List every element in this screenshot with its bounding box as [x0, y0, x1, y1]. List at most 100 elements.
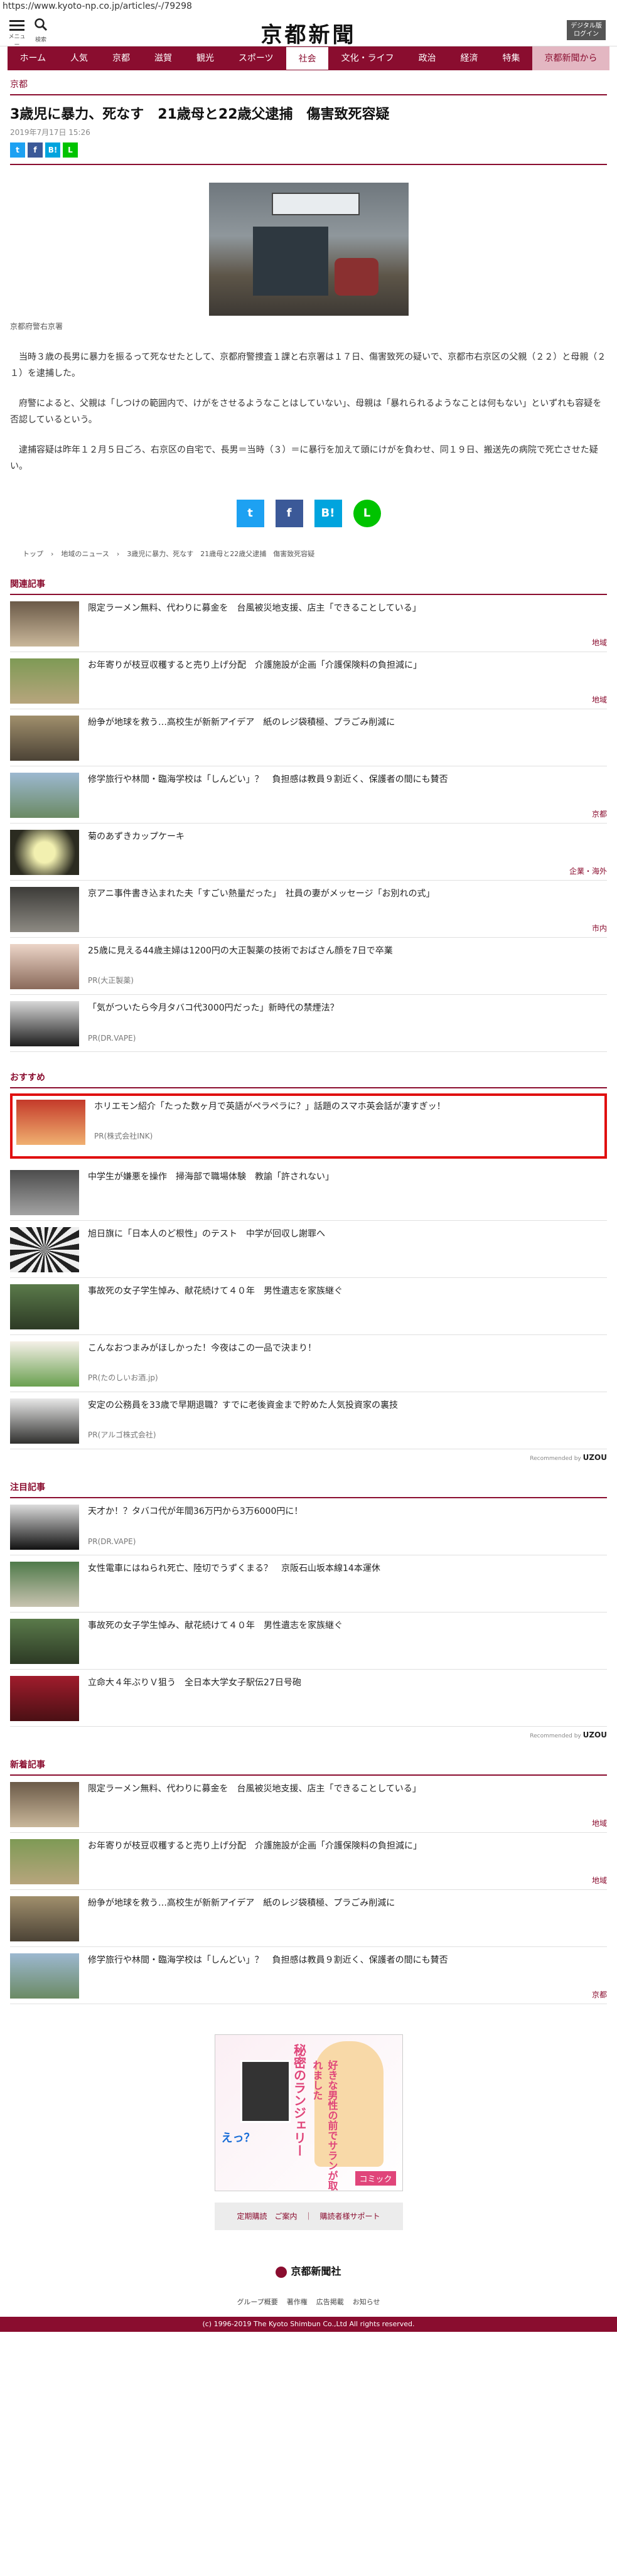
list-item[interactable]: 限定ラーメン無料、代わりに募金を 台風被災地支援、店主「できることしている」 地域: [10, 1776, 607, 1833]
photo-sign: [271, 193, 360, 215]
item-title: 25歳に見える44歳主婦は1200円の大正製薬の技術でおばさん顔を7日で卒業: [88, 946, 393, 956]
footer-link[interactable]: お知らせ: [353, 2297, 380, 2307]
thumbnail: [10, 1619, 79, 1664]
nav-from-kyoto[interactable]: 京都新聞から: [532, 46, 609, 70]
nav-politics[interactable]: 政治: [406, 46, 448, 70]
hatena-share-icon[interactable]: B!: [314, 500, 342, 527]
thumbnail: [10, 601, 79, 647]
list-item[interactable]: 25歳に見える44歳主婦は1200円の大正製薬の技術でおばさん顔を7日で卒業 PR…: [10, 938, 607, 995]
article-date: 2019年7月17日 15:26: [10, 128, 90, 137]
item-tag: 地域: [591, 638, 607, 647]
item-title: 「気がついたら今月タバコ代3000円だった」新時代の禁煙法？: [88, 1003, 339, 1013]
nav-society[interactable]: 社会: [286, 46, 330, 70]
list-item[interactable]: 安定の公務員を33歳で早期退職？すでに老後資金まで貯めた人気投資家の裏技 PR(ア…: [10, 1392, 607, 1449]
url-bar[interactable]: https://www.kyoto-np.co.jp/articles/-/79…: [0, 0, 617, 14]
list-item[interactable]: 限定ラーメン無料、代わりに募金を 台風被災地支援、店主「できることしている」 地域: [10, 595, 607, 652]
list-item[interactable]: 事故死の女子学生悼み、献花続けて４０年 男性遺志を家族継ぐ: [10, 1278, 607, 1335]
footer-logo[interactable]: 京都新聞社: [10, 2263, 607, 2278]
list-item[interactable]: お年寄りが枝豆収穫すると売り上げ分配 介護施設が企画「介護保険料の負担減に」地域: [10, 1833, 607, 1890]
site-logo[interactable]: 京都新聞: [0, 18, 617, 48]
thumbnail: [10, 944, 79, 989]
list-item[interactable]: 紛争が地球を救う…高校生が新新アイデア 紙のレジ袋積極、プラごみ削減に: [10, 1890, 607, 1947]
item-title: 京アニ事件書き込まれた夫「すごい熱量だった」 社員の妻がメッセージ「お別れの式」: [88, 889, 435, 899]
article-category[interactable]: 京都: [10, 70, 607, 95]
item-title: 旭日旗に「日本人のど根性」のテスト 中学が回収し謝罪へ: [88, 1229, 325, 1239]
list-item[interactable]: 京アニ事件書き込まれた夫「すごい熱量だった」 社員の妻がメッセージ「お別れの式」…: [10, 881, 607, 938]
recommended-by-label: Recommended by: [530, 1456, 581, 1462]
item-title: こんなおつまみがほしかった！今夜はこの一品で決まり！: [88, 1343, 316, 1353]
list-item[interactable]: 立命大４年ぶりＶ狙う 全日本大学女子駅伝27日号砲: [10, 1670, 607, 1727]
nav-economy[interactable]: 経済: [448, 46, 490, 70]
footer-link[interactable]: 広告掲載: [316, 2297, 344, 2307]
recommended-by[interactable]: Recommended by UZOU: [10, 1731, 607, 1739]
footer-links: グループ概要 著作権 広告掲載 お知らせ: [10, 2297, 607, 2307]
thumbnail: [10, 1953, 79, 1999]
twitter-icon[interactable]: t: [10, 142, 25, 158]
list-item[interactable]: ホリエモン紹介「たった数ヶ月で英語がペラペラに？」話題のスマホ英会話が凄すぎッ！…: [10, 1093, 607, 1159]
item-title: 事故死の女子学生悼み、献花続けて４０年 男性遺志を家族継ぐ: [88, 1621, 343, 1631]
uzou-logo: UZOU: [582, 1453, 607, 1462]
facebook-share-icon[interactable]: f: [275, 500, 303, 527]
item-title: 中学生が嫌悪を操作 掃海部で職場体験 教諭「許されない」: [88, 1172, 334, 1182]
thumbnail: [10, 1505, 79, 1550]
nav-kyoto[interactable]: 京都: [100, 46, 142, 70]
recommend-list: ホリエモン紹介「たった数ヶ月で英語がペラペラに？」話題のスマホ英会話が凄すぎッ！…: [10, 1093, 607, 1449]
item-title: お年寄りが枝豆収穫すると売り上げ分配 介護施設が企画「介護保険料の負担減に」: [88, 660, 422, 670]
article-body: 当時３歳の長男に暴力を振るって死なせたとして、京都府警捜査１課と右京署は１７日、…: [10, 349, 607, 475]
item-pr: PR(株式会社INK): [94, 1132, 153, 1140]
item-pr: PR(大正製薬): [88, 976, 134, 985]
nav-popular[interactable]: 人気: [58, 46, 100, 70]
breadcrumb-local[interactable]: 地域のニュース: [61, 549, 109, 559]
item-tag: 京都: [591, 810, 607, 818]
ad-subhead: 好きな男性の前でサランが取れました: [311, 2060, 338, 2191]
manga-ad-banner[interactable]: 秘密のランジェリー 好きな男性の前でサランが取れました えっ？ コミック: [214, 2034, 403, 2191]
nav-features[interactable]: 特集: [490, 46, 532, 70]
item-tag: 地域: [591, 695, 607, 704]
list-item[interactable]: 修学旅行や林間・臨海学校は「しんどい」？ 負担感は教員９割近く、保護者の間にも賛…: [10, 1947, 607, 2004]
article-paragraph: 逮捕容疑は昨年１２月５日ごろ、右京区の自宅で、長男＝当時（３）＝に暴行を加えて頭…: [10, 445, 598, 471]
list-item[interactable]: 事故死の女子学生悼み、献花続けて４０年 男性遺志を家族継ぐ: [10, 1613, 607, 1670]
item-tag: 地域: [591, 1876, 607, 1885]
thumbnail: [10, 773, 79, 818]
login-button[interactable]: デジタル版 ログイン: [567, 20, 606, 40]
facebook-icon[interactable]: f: [28, 142, 43, 158]
nav-culture[interactable]: 文化・ライフ: [329, 46, 406, 70]
list-item[interactable]: 「気がついたら今月タバコ代3000円だった」新時代の禁煙法？ PR(DR.VAPE…: [10, 995, 607, 1052]
subscription-button[interactable]: 定期購読 ご案内 ｜ 購読者様サポート: [214, 2203, 403, 2230]
list-item[interactable]: 天才か！？タバコ代が年間36万円から3万6000円に！ PR(DR.VAPE): [10, 1498, 607, 1555]
nav-sports[interactable]: スポーツ: [226, 46, 286, 70]
site-header: メニュー 検索 京都新聞 デジタル版 ログイン: [0, 14, 617, 48]
hatena-icon[interactable]: B!: [45, 142, 60, 158]
line-share-icon[interactable]: L: [353, 500, 381, 527]
list-item[interactable]: 女性電車にはねられ死亡、陸切でうずくまる？ 京阪石山坂本線14本運休: [10, 1555, 607, 1613]
list-item[interactable]: 修学旅行や林間・臨海学校は「しんどい」？ 負担感は教員９割近く、保護者の間にも賛…: [10, 766, 607, 824]
title-divider: [10, 164, 607, 165]
list-item[interactable]: お年寄りが枝豆収穫すると売り上げ分配 介護施設が企画「介護保険料の負担減に」地域: [10, 652, 607, 709]
list-item[interactable]: 中学生が嫌悪を操作 掃海部で職場体験 教諭「許されない」: [10, 1164, 607, 1221]
item-title: 女性電車にはねられ死亡、陸切でうずくまる？ 京阪石山坂本線14本運休: [88, 1564, 380, 1574]
list-item[interactable]: こんなおつまみがほしかった！今夜はこの一品で決まり！ PR(たのしいお酒.jp): [10, 1335, 607, 1392]
twitter-share-icon[interactable]: t: [236, 500, 264, 527]
article-photo: [208, 183, 409, 316]
thumbnail: [10, 1839, 79, 1884]
ad-exclaim: えっ？: [221, 2132, 255, 2145]
breadcrumb-top[interactable]: トップ: [23, 549, 43, 559]
nav-shiga[interactable]: 滋賀: [142, 46, 185, 70]
line-icon[interactable]: L: [63, 142, 78, 158]
nav-tourism[interactable]: 観光: [184, 46, 226, 70]
item-title: お年寄りが枝豆収穫すると売り上げ分配 介護施設が企画「介護保険料の負担減に」: [88, 1841, 422, 1851]
article-title: 3歳児に暴力、死なす 21歳母と22歳父逮捕 傷害致死容疑: [10, 107, 390, 122]
item-title: 修学旅行や林間・臨海学校は「しんどい」？ 負担感は教員９割近く、保護者の間にも賛…: [88, 775, 448, 785]
item-title: 修学旅行や林間・臨海学校は「しんどい」？ 負担感は教員９割近く、保護者の間にも賛…: [88, 1955, 448, 1965]
footer-link[interactable]: 著作権: [287, 2297, 308, 2307]
recommended-by[interactable]: Recommended by UZOU: [10, 1453, 607, 1462]
thumbnail: [10, 716, 79, 761]
list-item[interactable]: 紛争が地球を救う…高校生が新新アイデア 紙のレジ袋積極、プラごみ削減に: [10, 709, 607, 766]
thumbnail: [10, 1001, 79, 1046]
list-item[interactable]: 旭日旗に「日本人のど根性」のテスト 中学が回収し謝罪へ: [10, 1221, 607, 1278]
list-item[interactable]: 菊のあずきカップケーキ 企業・海外: [10, 824, 607, 881]
thumbnail: [10, 1341, 79, 1387]
ad-headline: 秘密のランジェリー: [291, 2044, 307, 2157]
nav-home[interactable]: ホーム: [8, 46, 58, 70]
footer-link[interactable]: グループ概要: [237, 2297, 277, 2307]
